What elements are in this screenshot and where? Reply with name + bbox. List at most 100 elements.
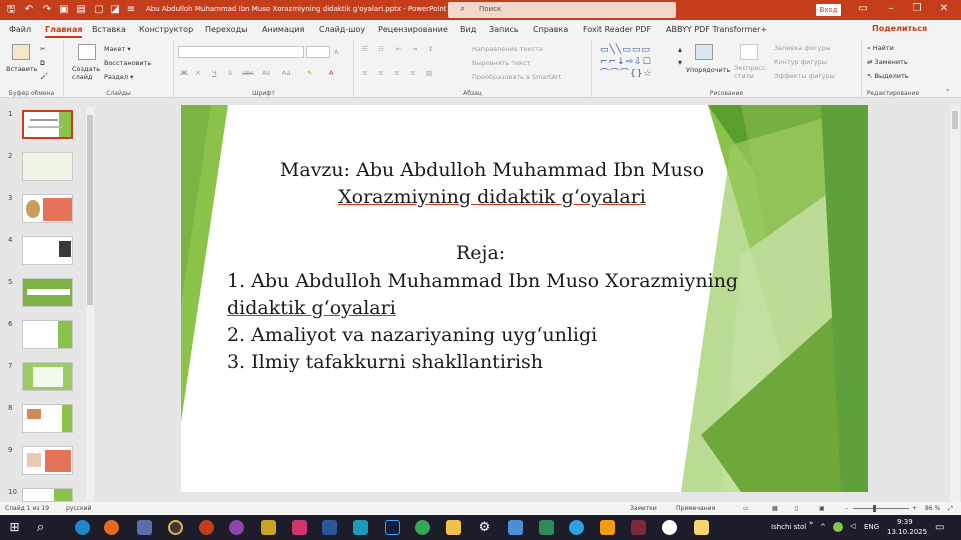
slide-thumbnail-3[interactable] [22, 194, 73, 223]
align-center-icon[interactable]: ≡ [378, 69, 383, 77]
customize-qat-icon[interactable]: ≡ [125, 3, 137, 16]
save-icon[interactable]: 🖫 [5, 3, 17, 16]
fit-slide-icon[interactable]: ⤢ [948, 505, 953, 513]
align-right-icon[interactable]: ≡ [394, 69, 399, 77]
powerpoint-taskbar-icon[interactable] [199, 520, 214, 535]
tab-design[interactable]: Конструктор [139, 25, 193, 34]
tab-abbyy[interactable]: ABBYY PDF Transformer+ [666, 25, 767, 34]
telegram-icon[interactable] [569, 520, 584, 535]
redo-icon[interactable]: ↷ [41, 3, 53, 16]
slide-thumbnail-5[interactable] [22, 278, 73, 307]
justify-icon[interactable]: ≡ [410, 69, 415, 77]
slide-thumbnail-9[interactable] [22, 446, 73, 475]
show-hidden-icons[interactable]: ^ [820, 523, 826, 531]
media-icon[interactable] [229, 520, 244, 535]
select-button[interactable]: ↖ Выделить [867, 72, 909, 80]
font-size-box[interactable] [306, 46, 330, 58]
align-left-icon[interactable]: ≡ [362, 69, 367, 77]
format-painter-icon[interactable]: 🖌 [40, 72, 48, 80]
slide-thumbnail-1[interactable] [22, 110, 73, 139]
tab-insert[interactable]: Вставка [92, 25, 126, 34]
spacing-icon[interactable]: AV [262, 69, 270, 77]
language-indicator-taskbar[interactable]: ENG [864, 523, 879, 531]
shape-outline-button[interactable]: Контур фигуры [774, 58, 827, 66]
font-name-box[interactable] [178, 46, 304, 58]
pdf-icon[interactable]: ▤ [75, 3, 87, 16]
quick-styles-button[interactable]: Экспресс-стили [734, 64, 768, 80]
start-icon[interactable]: ⊞ [7, 520, 22, 535]
clock-date[interactable]: 13.10.2025 [887, 528, 927, 536]
chrome-icon[interactable] [415, 520, 430, 535]
tab-foxit[interactable]: Foxit Reader PDF [583, 25, 651, 34]
shape-fill-button[interactable]: Заливка фигуры [774, 44, 831, 52]
share-button[interactable]: Поделиться [872, 24, 927, 33]
paste-icon[interactable] [12, 44, 30, 60]
new-slide-button[interactable]: Создать слайд [72, 65, 102, 81]
line-spacing-icon[interactable]: ↕ [428, 45, 433, 53]
slideshow-view-icon[interactable]: ▣ [819, 505, 825, 512]
align-text-button[interactable]: Выровнять текст [472, 59, 530, 67]
language-indicator[interactable]: русский [66, 505, 91, 512]
photoshop-icon[interactable] [385, 520, 400, 535]
zoom-level[interactable]: 86 % [925, 505, 940, 512]
slide-sorter-icon[interactable]: ▦ [772, 505, 778, 512]
search-box[interactable]: ⌕ Поиск [448, 2, 676, 18]
strikethrough-icon[interactable]: abc [242, 69, 254, 77]
slide-canvas[interactable]: Mavzu: Abu Abdulloh Muhammad Ibn Muso Xo… [181, 105, 868, 492]
app-icon[interactable] [508, 520, 523, 535]
word-icon[interactable] [322, 520, 337, 535]
firefox-icon[interactable] [104, 520, 119, 535]
close-icon[interactable]: ✕ [937, 3, 951, 14]
change-case-icon[interactable]: Aa [282, 69, 290, 77]
columns-icon[interactable]: ▥ [426, 69, 432, 77]
reading-view-icon[interactable]: ▯ [795, 505, 798, 512]
arrange-icon[interactable] [695, 44, 713, 60]
notifications-icon[interactable]: ▭ [935, 522, 944, 533]
font-color-icon[interactable]: A [329, 69, 333, 77]
highlight-icon[interactable]: ✎ [307, 69, 312, 77]
app-icon[interactable] [292, 520, 307, 535]
slide-thumbnail-2[interactable] [22, 152, 73, 181]
shapes-gallery[interactable]: ▭╲╲▭▭▭ ⌐⌐↓⇨⇩☐ ⌒⌒⌒{}☆ [600, 44, 674, 84]
reset-button[interactable]: Восстановить [104, 59, 151, 67]
start-from-beginning-icon[interactable]: ▣ [58, 3, 70, 16]
zoom-slider[interactable] [853, 505, 909, 512]
normal-view-icon[interactable]: ▭ [743, 505, 749, 512]
notes-button[interactable]: Заметки [630, 505, 657, 512]
tab-file[interactable]: Файл [9, 25, 31, 34]
underline-icon[interactable]: Ч [212, 69, 216, 77]
login-button[interactable]: Вход [816, 4, 841, 16]
app-icon[interactable] [539, 520, 554, 535]
restore-icon[interactable]: ❐ [910, 3, 924, 14]
search-taskbar-icon[interactable]: ⌕ [33, 520, 48, 535]
shape-effects-button[interactable]: Эффекты фигуры [774, 72, 835, 80]
slide-thumbnail-4[interactable] [22, 236, 73, 265]
desktop-label[interactable]: Ishchi stol [771, 523, 806, 531]
replace-button[interactable]: ⇄ Заменить [867, 58, 908, 66]
comments-button[interactable]: Примечания [676, 505, 715, 512]
settings-icon[interactable]: ⚙ [477, 520, 492, 535]
slide-scrollbar[interactable] [950, 105, 960, 502]
app-icon[interactable] [631, 520, 646, 535]
slide-title[interactable]: Mavzu: Abu Abdulloh Muhammad Ibn Muso Xo… [272, 157, 712, 211]
slide-thumbnail-6[interactable] [22, 320, 73, 349]
collapse-ribbon-icon[interactable]: ⌃ [945, 88, 950, 96]
italic-icon[interactable]: К [196, 69, 201, 77]
increase-indent-icon[interactable]: ⇥ [412, 45, 417, 53]
zoom-in-icon[interactable]: + [912, 505, 917, 512]
quick-styles-icon[interactable] [740, 44, 758, 60]
volume-icon[interactable]: ◁ [850, 522, 855, 530]
paste-button[interactable]: Вставить [6, 65, 37, 73]
ribbon-display-icon[interactable]: ▭ [856, 3, 870, 14]
explorer-icon[interactable] [446, 520, 461, 535]
shadow-icon[interactable]: S [228, 69, 232, 77]
gallery-down-icon[interactable]: ▾ [678, 58, 682, 67]
slide-thumbnail-10[interactable] [22, 488, 73, 502]
tab-animations[interactable]: Анимация [262, 25, 304, 34]
grow-font-icon[interactable]: A [334, 48, 338, 56]
minimize-icon[interactable]: – [884, 3, 898, 14]
tab-transitions[interactable]: Переходы [205, 25, 247, 34]
tab-record[interactable]: Запись [489, 25, 519, 34]
copy-icon[interactable]: ⧉ [40, 59, 45, 68]
app-icon[interactable] [694, 520, 709, 535]
